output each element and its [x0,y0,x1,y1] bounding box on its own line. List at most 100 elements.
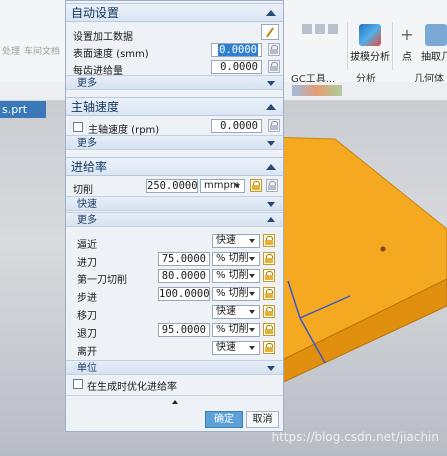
feed-row-unit-select[interactable]: 快速 [212,234,260,248]
feed-row-unit-select[interactable]: 快速 [212,341,260,355]
units-label: 单位 [77,363,97,374]
feed-row-unit-select[interactable]: % 切削 [212,252,260,266]
collapse-icon[interactable] [266,10,276,16]
feed-row-label: 步进 [77,293,97,304]
feed-row-input[interactable]: 75.0000 [158,252,210,266]
lock-icon[interactable] [268,60,280,73]
chevron-down-icon [249,239,255,243]
feed-row-unit-select[interactable]: % 切削 [212,323,260,337]
feed-row-label: 移刀 [77,311,97,322]
units-toggle[interactable]: 单位 [66,360,283,375]
optimize-feed-checkbox[interactable] [73,379,83,389]
collapse-icon[interactable] [267,217,275,222]
expand-icon[interactable] [267,141,275,146]
cut-feed-input[interactable]: 250.0000 [146,179,198,193]
cut-feed-label: 切削 [73,185,93,196]
ribbon-draft-analysis[interactable]: 拔模分析 [350,24,390,63]
cut-feed-unit-select[interactable]: mmpm [200,179,245,193]
lock-icon[interactable] [263,305,275,318]
lock-icon[interactable] [266,179,278,192]
chevron-down-icon [249,346,255,350]
collapse-icon[interactable] [266,104,276,110]
feed-row-input[interactable]: 95.0000 [158,323,210,337]
section-auto-settings[interactable]: 自动设置 [66,3,283,22]
ribbon-point[interactable]: + 点 [396,24,418,63]
ribbon-extract-label: 抽取几 [421,52,447,63]
chevron-down-icon [234,184,240,188]
expand-icon[interactable] [267,202,275,207]
chevron-down-icon [249,328,255,332]
watermark: https://blog.csdn.net/jiachin [271,430,439,444]
section-feed-rates-title: 进给率 [71,160,108,174]
chevron-down-icon [249,292,255,296]
spindle-more-toggle[interactable]: 更多 [66,135,283,150]
feed-row-unit: % 切削 [216,270,249,281]
feed-row-unit: 快速 [216,306,236,317]
extract-geometry-icon [425,24,447,46]
feed-row-unit-select[interactable]: % 切削 [212,287,260,301]
feed-row-unit: % 切削 [216,288,249,299]
section-spindle-speed[interactable]: 主轴速度 [66,97,283,116]
ribbon-divider [347,22,348,70]
lock-icon[interactable] [263,287,275,300]
lock-icon[interactable] [263,269,275,282]
spindle-speed-label: 主轴速度 (rpm) [88,125,160,136]
feed-row-input[interactable]: 100.0000 [158,287,210,301]
point-icon: + [400,25,414,44]
spindle-speed-input[interactable]: 0.0000 [211,119,262,133]
lock-icon[interactable] [263,341,275,354]
surface-speed-value: 0.0000 [218,44,258,56]
ribbon-divider [392,22,393,70]
auto-more-label: 更多 [77,78,97,89]
tool-icon[interactable] [328,24,338,34]
feed-more-toggle[interactable]: 更多 [66,212,283,227]
feed-per-tooth-input[interactable]: 0.0000 [211,60,262,74]
surface-speed-input[interactable]: 0.0000 [211,43,262,57]
section-feed-rates[interactable]: 进给率 [66,157,283,176]
feed-row-label: 退刀 [77,329,97,340]
tool-icon[interactable] [302,24,312,34]
ribbon-item-process[interactable]: 处理 [2,44,20,57]
expand-icon[interactable] [267,81,275,86]
draft-analysis-icon [359,24,381,46]
feed-row-label: 进刀 [77,258,97,269]
feed-row-unit-select[interactable]: % 切削 [212,269,260,283]
tool-icon[interactable] [315,24,325,34]
feeds-speeds-dialog: 自动设置 设置加工数据 表面速度 (smm) 0.0000 每齿进给量 0.00… [65,0,284,432]
rapid-toggle[interactable]: 快速 [66,196,283,211]
lock-icon[interactable] [263,252,275,265]
lock-icon[interactable] [263,234,275,247]
collapse-icon[interactable] [266,164,276,170]
auto-more-toggle[interactable]: 更多 [66,75,283,90]
chevron-down-icon [249,310,255,314]
expand-icon[interactable] [267,366,275,371]
ribbon-point-label: 点 [402,52,412,63]
spindle-speed-checkbox[interactable] [73,122,83,132]
set-cutting-data-button[interactable] [261,24,279,40]
lock-icon[interactable] [268,119,280,132]
feed-row-unit: % 切削 [216,324,249,335]
surface-speed-label: 表面速度 (smm) [73,49,149,60]
feed-more-label: 更多 [77,215,97,226]
lock-icon[interactable] [268,43,280,56]
ribbon-item-shop-docs[interactable]: 车间文档 [24,44,60,57]
section-auto-settings-title: 自动设置 [71,6,120,20]
collapse-footer-icon[interactable] [172,400,178,404]
feed-row-input[interactable]: 80.0000 [158,269,210,283]
section-spindle-speed-title: 主轴速度 [71,100,120,114]
feed-row-unit-select[interactable]: 快速 [212,305,260,319]
feed-row-label: 逼近 [77,240,97,251]
file-tab[interactable]: s.prt [0,101,46,118]
ribbon-extract-geometry[interactable]: 抽取几 [420,24,447,63]
feed-row-label: 第一刀切削 [77,275,127,286]
feed-row-unit: 快速 [216,342,236,353]
optimize-feed-label: 在生成时优化进给率 [87,382,177,393]
view-tools-icon[interactable] [292,85,342,96]
rapid-label: 快速 [77,199,97,210]
lock-icon[interactable] [250,179,262,192]
feed-row-label: 离开 [77,347,97,358]
ok-button[interactable]: 确定 [205,411,243,428]
lock-icon[interactable] [263,323,275,336]
ribbon-gc-tools [290,24,350,34]
cancel-button[interactable]: 取消 [246,411,279,428]
